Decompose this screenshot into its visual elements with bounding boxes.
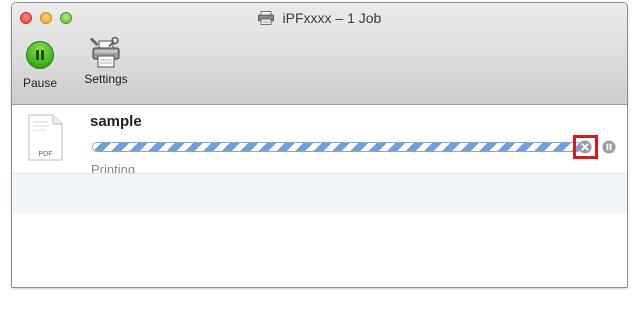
pause-button[interactable]: Pause	[20, 41, 60, 90]
pause-label: Pause	[22, 76, 58, 90]
print-queue-window: iPFxxxx – 1 Job Pause Settings PDF sampl…	[11, 2, 628, 288]
pause-icon	[26, 41, 54, 69]
hold-circle-icon[interactable]	[602, 140, 616, 154]
pdf-document-icon: PDF	[28, 114, 63, 161]
progress-fill	[93, 143, 581, 151]
printer-icon	[257, 11, 274, 26]
title-toolbar: iPFxxxx – 1 Job Pause Settings	[12, 3, 627, 105]
progress-bar	[92, 142, 582, 152]
window-title-area: iPFxxxx – 1 Job	[12, 9, 627, 27]
file-type-label: PDF	[39, 151, 53, 158]
settings-button[interactable]: Settings	[78, 37, 134, 86]
job-name: sample	[90, 113, 142, 130]
print-job-row[interactable]: PDF sample Printing	[12, 105, 627, 177]
settings-label: Settings	[84, 72, 128, 86]
printer-settings-icon	[90, 37, 120, 68]
stop-circle-icon[interactable]	[578, 140, 592, 154]
empty-queue-row	[12, 174, 627, 213]
window-title: iPFxxxx – 1 Job	[282, 10, 382, 26]
